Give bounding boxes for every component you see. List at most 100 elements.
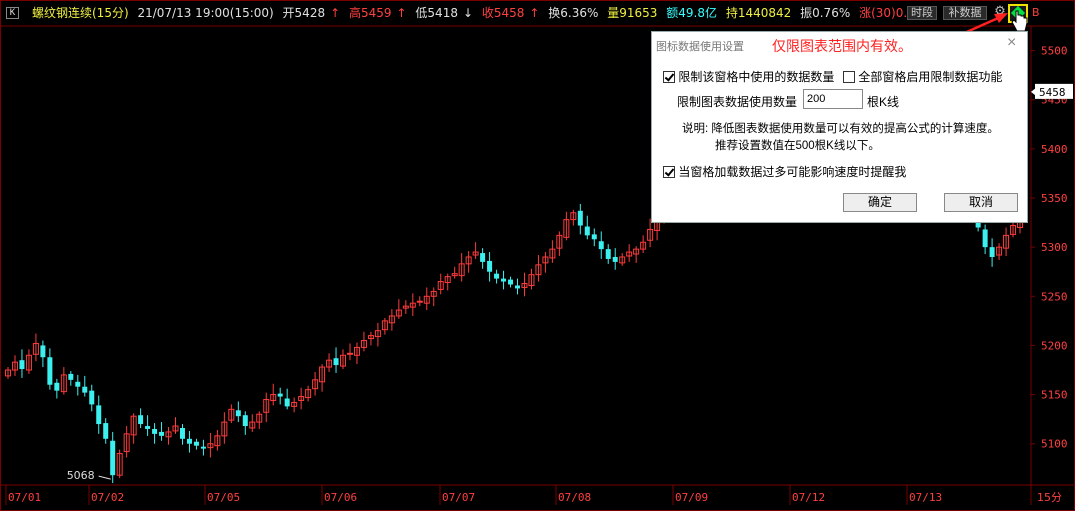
candle-body [416,300,423,303]
open-price: 开5428 [282,6,326,20]
candle-body [333,358,339,366]
menu-symbol[interactable]: B [1032,6,1040,19]
x-tick-label: 07/06 [324,491,357,504]
limit-data-checkbox[interactable] [663,71,675,83]
candle-body [515,285,520,289]
y-tick-label: 5500 [1041,45,1068,58]
k-badge[interactable]: K [6,7,19,19]
x-tick-label: 07/01 [8,491,41,504]
up-arrow-icon: ↑ [529,6,540,20]
candle-body [982,229,988,248]
data-count-unit: 根K线 [867,95,900,109]
down-arrow-icon: ↓ [462,6,474,20]
candle-body [186,438,192,444]
volume: 量91653 [607,6,658,20]
gear-icon[interactable]: ⚙ [993,5,1007,19]
cancel-button[interactable]: 取消 [944,193,1018,212]
y-tick-label: 5350 [1041,192,1068,205]
chart-header: K 螺纹钢连续(15分) 21/07/13 19:00(15:00) 开5428… [0,0,1075,26]
candle-body [346,352,353,355]
close-price: 收5458 [481,6,525,20]
quote-datetime: 21/07/13 19:00(15:00) [137,6,274,20]
candle-body [110,440,116,476]
candle-body [591,234,597,240]
description-line-1: 说明: 降低图表数据使用数量可以有效的提高公式的计算速度。 [682,123,999,135]
remind-option[interactable]: 当窗格加载数据过多可能影响速度时提醒我 [663,163,906,180]
y-tick-label: 5300 [1041,241,1068,254]
candle-body [235,410,241,417]
low-annotation-label: 5068 [67,469,95,482]
candle-body [82,386,88,393]
candle-body [159,431,165,436]
amplitude: 振0.76% [800,6,851,20]
candle-body [103,423,109,439]
candle-body [577,210,583,226]
up-arrow-icon: ↑ [396,6,407,20]
turnover-rate: 换6.36% [548,6,599,20]
remind-label: 当窗格加载数据过多可能影响速度时提醒我 [678,165,907,179]
chart-data-settings-dialog: 图标数据使用设置 仅限图表范围内有效。 × 限制该窗格中使用的数据数量 全部窗格… [651,31,1028,223]
candle-body [47,357,53,385]
candle-body [494,273,500,279]
limit-data-label: 限制该窗格中使用的数据数量 [678,70,835,84]
last-price-label: 5458 [1039,86,1066,99]
candle-body [480,253,486,262]
last-price-pointer [1031,87,1036,96]
period-label: 15分 [1037,491,1062,504]
y-tick-label: 5400 [1041,143,1068,156]
x-tick-label: 07/05 [207,491,240,504]
description-line-2: 推荐设置数值在500根K线以下。 [715,140,880,152]
close-icon[interactable]: × [1007,35,1016,51]
candle-body [277,393,283,397]
candle-body [612,256,618,262]
data-count-label: 限制图表数据使用数量 [677,95,798,109]
candle-body [40,345,46,358]
period-button[interactable]: 时段 [907,6,937,20]
candle-body [179,427,185,439]
candle-body [68,373,74,380]
candle-body [152,428,158,434]
all-panes-option[interactable]: 全部窗格启用限制数据功能 [843,68,1002,85]
candle-body [19,360,25,370]
x-tick-label: 07/12 [792,491,825,504]
candle-body [200,446,206,449]
contract-title: 螺纹钢连续(15分) [32,6,129,20]
candle-body [96,405,102,425]
candle-body [242,415,248,427]
y-tick-label: 5250 [1041,290,1068,303]
open-interest: 持1440842 [725,6,792,20]
candle-body [508,279,514,285]
y-tick-label: 5150 [1041,389,1068,402]
amount: 额49.8亿 [666,6,717,20]
x-tick-label: 07/08 [558,491,591,504]
candle-body [989,247,995,257]
candle-body [145,426,151,429]
candle-body [138,415,144,425]
candle-body [89,390,95,405]
candle-body [193,441,199,446]
high-price: 高5459 [348,6,392,20]
low-annotation-line [98,475,111,480]
dialog-title: 图标数据使用设置 [656,41,744,53]
x-tick-label: 07/13 [909,491,942,504]
candle-body [487,260,493,272]
up-arrow-icon: ↑ [330,6,341,20]
candle-body [501,278,507,282]
all-panes-label: 全部窗格启用限制数据功能 [858,70,1003,84]
x-tick-label: 07/02 [91,491,124,504]
all-panes-checkbox[interactable] [843,71,855,83]
data-count-input[interactable]: 200 [803,89,863,109]
dialog-note: 仅限图表范围内有效。 [772,38,912,54]
candle-body [584,226,590,236]
quote-summary: 螺纹钢连续(15分) 21/07/13 19:00(15:00) 开5428 ↑ … [32,6,939,21]
x-tick-label: 07/09 [675,491,708,504]
candle-body [284,398,290,407]
y-tick-label: 5100 [1041,438,1068,451]
candle-body [605,249,611,259]
remind-checkbox[interactable] [663,166,675,178]
y-tick-label: 5200 [1041,339,1068,352]
supplement-data-button[interactable]: 补数据 [943,6,987,20]
limit-data-option[interactable]: 限制该窗格中使用的数据数量 [663,68,834,85]
candle-body [54,382,60,391]
ok-button[interactable]: 确定 [843,193,917,212]
